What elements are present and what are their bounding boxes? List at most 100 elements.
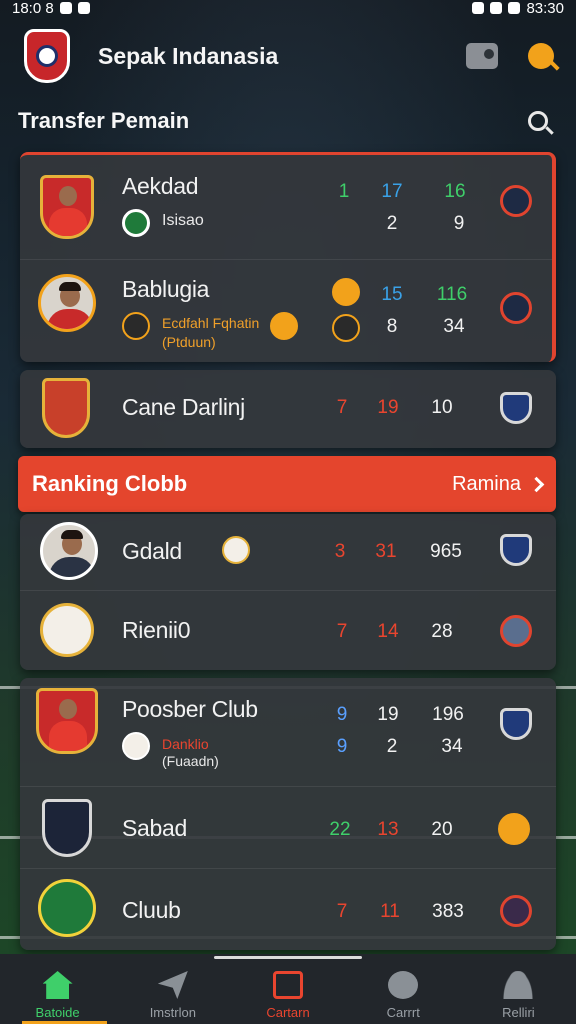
- club-badge-icon: [500, 615, 532, 647]
- battery-icon: [508, 2, 521, 14]
- stat-value: 9: [336, 704, 348, 725]
- stat-value: 9: [336, 736, 348, 757]
- status-bar: 18:0 8 83:30: [0, 0, 576, 17]
- nav-label: Cartarn: [266, 1005, 310, 1020]
- ball-icon: [388, 971, 419, 999]
- player-name: Cane Darlinj: [122, 394, 245, 420]
- notification-icon: [77, 2, 90, 14]
- ticket-icon[interactable]: [466, 43, 498, 69]
- club-badge-icon: [500, 292, 532, 324]
- club-crest-icon: [38, 879, 96, 937]
- ranking-card[interactable]: Poosber Club Danklio (Fuaadn) 9 19 196 9…: [20, 678, 556, 950]
- stat-value: 28: [431, 621, 453, 642]
- app-header: Sepak Indanasia: [24, 28, 554, 84]
- nav-profile[interactable]: Relliri: [461, 954, 576, 1024]
- stat-value: 20: [431, 819, 453, 840]
- stat-value: 14: [377, 621, 399, 642]
- player-club-note: (Ptduun): [162, 334, 216, 350]
- club-name: Sabad: [122, 815, 188, 841]
- stat-value: 17: [381, 181, 403, 202]
- ranking-title: Ranking Clobb: [32, 471, 188, 496]
- nav-match[interactable]: Carrrt: [346, 954, 461, 1024]
- club-badge-icon: [500, 392, 532, 424]
- bottom-navigation: Batoide Imstrlon Cartarn Carrrt Relliri: [0, 954, 576, 1024]
- club-badge-icon: [500, 895, 532, 927]
- club-badge-icon: [500, 534, 532, 566]
- club-name: Gdald: [122, 538, 182, 564]
- club-crest-icon: [270, 312, 298, 340]
- club-sub: Danklio: [162, 736, 209, 752]
- club-name: Cluub: [122, 897, 181, 923]
- send-icon: [157, 971, 188, 999]
- player-name: Aekdad: [122, 173, 199, 199]
- stat-value: 7: [336, 621, 348, 642]
- club-crest-icon: [42, 799, 92, 857]
- nav-transfer[interactable]: Imstrlon: [115, 954, 230, 1024]
- club-row[interactable]: Rienii0 7 14 28: [20, 590, 556, 670]
- stat-value: 7: [336, 901, 348, 922]
- stat-value: 34: [441, 736, 463, 757]
- club-row[interactable]: Sabad 22 13 20: [20, 786, 556, 868]
- status-time: 18:0 8: [12, 0, 54, 17]
- nav-label: Imstrlon: [149, 1005, 196, 1020]
- player-club: Ecdfahl Fqhatin: [162, 315, 260, 331]
- ranking-header[interactable]: Ranking Clobb Ramina: [18, 456, 556, 512]
- nav-label: Relliri: [502, 1005, 535, 1020]
- player-row[interactable]: Aekdad Isisao 1 17 16 2 9: [20, 155, 552, 259]
- stat-value: 22: [329, 819, 351, 840]
- signal-icon: [490, 2, 503, 14]
- club-avatar: [40, 522, 98, 580]
- stat-value: 3: [334, 541, 346, 562]
- nav-calendar[interactable]: Cartarn: [230, 954, 345, 1024]
- ranking-card[interactable]: Gdald 3 31 965 Rienii0 7 14 28: [20, 514, 556, 670]
- ranking-more-link[interactable]: Ramina: [452, 472, 545, 496]
- chevron-right-icon: [528, 476, 545, 492]
- nav-home[interactable]: Batoide: [0, 954, 115, 1024]
- nav-label: Batoide: [35, 1005, 80, 1020]
- stat-value: 196: [432, 704, 464, 725]
- club-crest-icon: [332, 278, 360, 306]
- transfer-section-title: Transfer Pemain: [18, 108, 190, 133]
- club-crest-icon: [332, 314, 360, 342]
- player-avatar: [38, 274, 96, 332]
- club-badge-icon: [498, 813, 530, 845]
- search-icon[interactable]: [528, 111, 548, 131]
- transfer-card[interactable]: Cane Darlinj 7 19 10: [20, 370, 556, 448]
- stat-value: 9: [453, 213, 465, 234]
- player-photo: [40, 175, 94, 239]
- club-badge-icon: [500, 185, 532, 217]
- stat-value: 19: [377, 704, 399, 725]
- club-row[interactable]: Poosber Club Danklio (Fuaadn) 9 19 196 9…: [20, 678, 556, 786]
- player-row[interactable]: Bablugia Ecdfahl Fqhatin (Ptduun) 15 116…: [20, 259, 552, 365]
- player-club: Isisao: [162, 212, 204, 229]
- stat-value: 16: [444, 181, 466, 202]
- ranking-more-label: Ramina: [452, 472, 521, 495]
- app-title: Sepak Indanasia: [98, 42, 279, 69]
- stat-value: 31: [375, 541, 397, 562]
- app-logo: [24, 29, 70, 83]
- stat-value: 13: [377, 819, 399, 840]
- stat-value: 965: [430, 541, 462, 562]
- user-icon: [503, 971, 534, 999]
- notification-icon: [59, 2, 72, 14]
- wifi-icon: [472, 2, 485, 14]
- club-name: Rienii0: [122, 617, 191, 643]
- stat-value: 15: [381, 284, 403, 305]
- club-crest-icon: [222, 536, 250, 564]
- calendar-icon: [273, 971, 303, 999]
- club-row[interactable]: Cluub 7 11 383: [20, 868, 556, 950]
- search-key-icon[interactable]: [528, 43, 554, 69]
- stat-value: 2: [386, 736, 398, 757]
- stat-value: 19: [377, 397, 399, 418]
- player-name: Bablugia: [122, 276, 210, 302]
- transfer-card[interactable]: Aekdad Isisao 1 17 16 2 9 Bablugia Ecdfa…: [20, 152, 556, 362]
- club-badge-icon: [500, 708, 532, 740]
- club-crest-icon: [40, 603, 94, 657]
- club-crest-icon: [122, 732, 150, 760]
- club-crest-icon: [42, 378, 90, 438]
- club-photo: [36, 688, 98, 754]
- stat-value: 1: [338, 181, 350, 202]
- stat-value: 34: [443, 316, 465, 337]
- club-row[interactable]: Gdald 3 31 965: [20, 514, 556, 590]
- stat-value: 10: [431, 397, 453, 418]
